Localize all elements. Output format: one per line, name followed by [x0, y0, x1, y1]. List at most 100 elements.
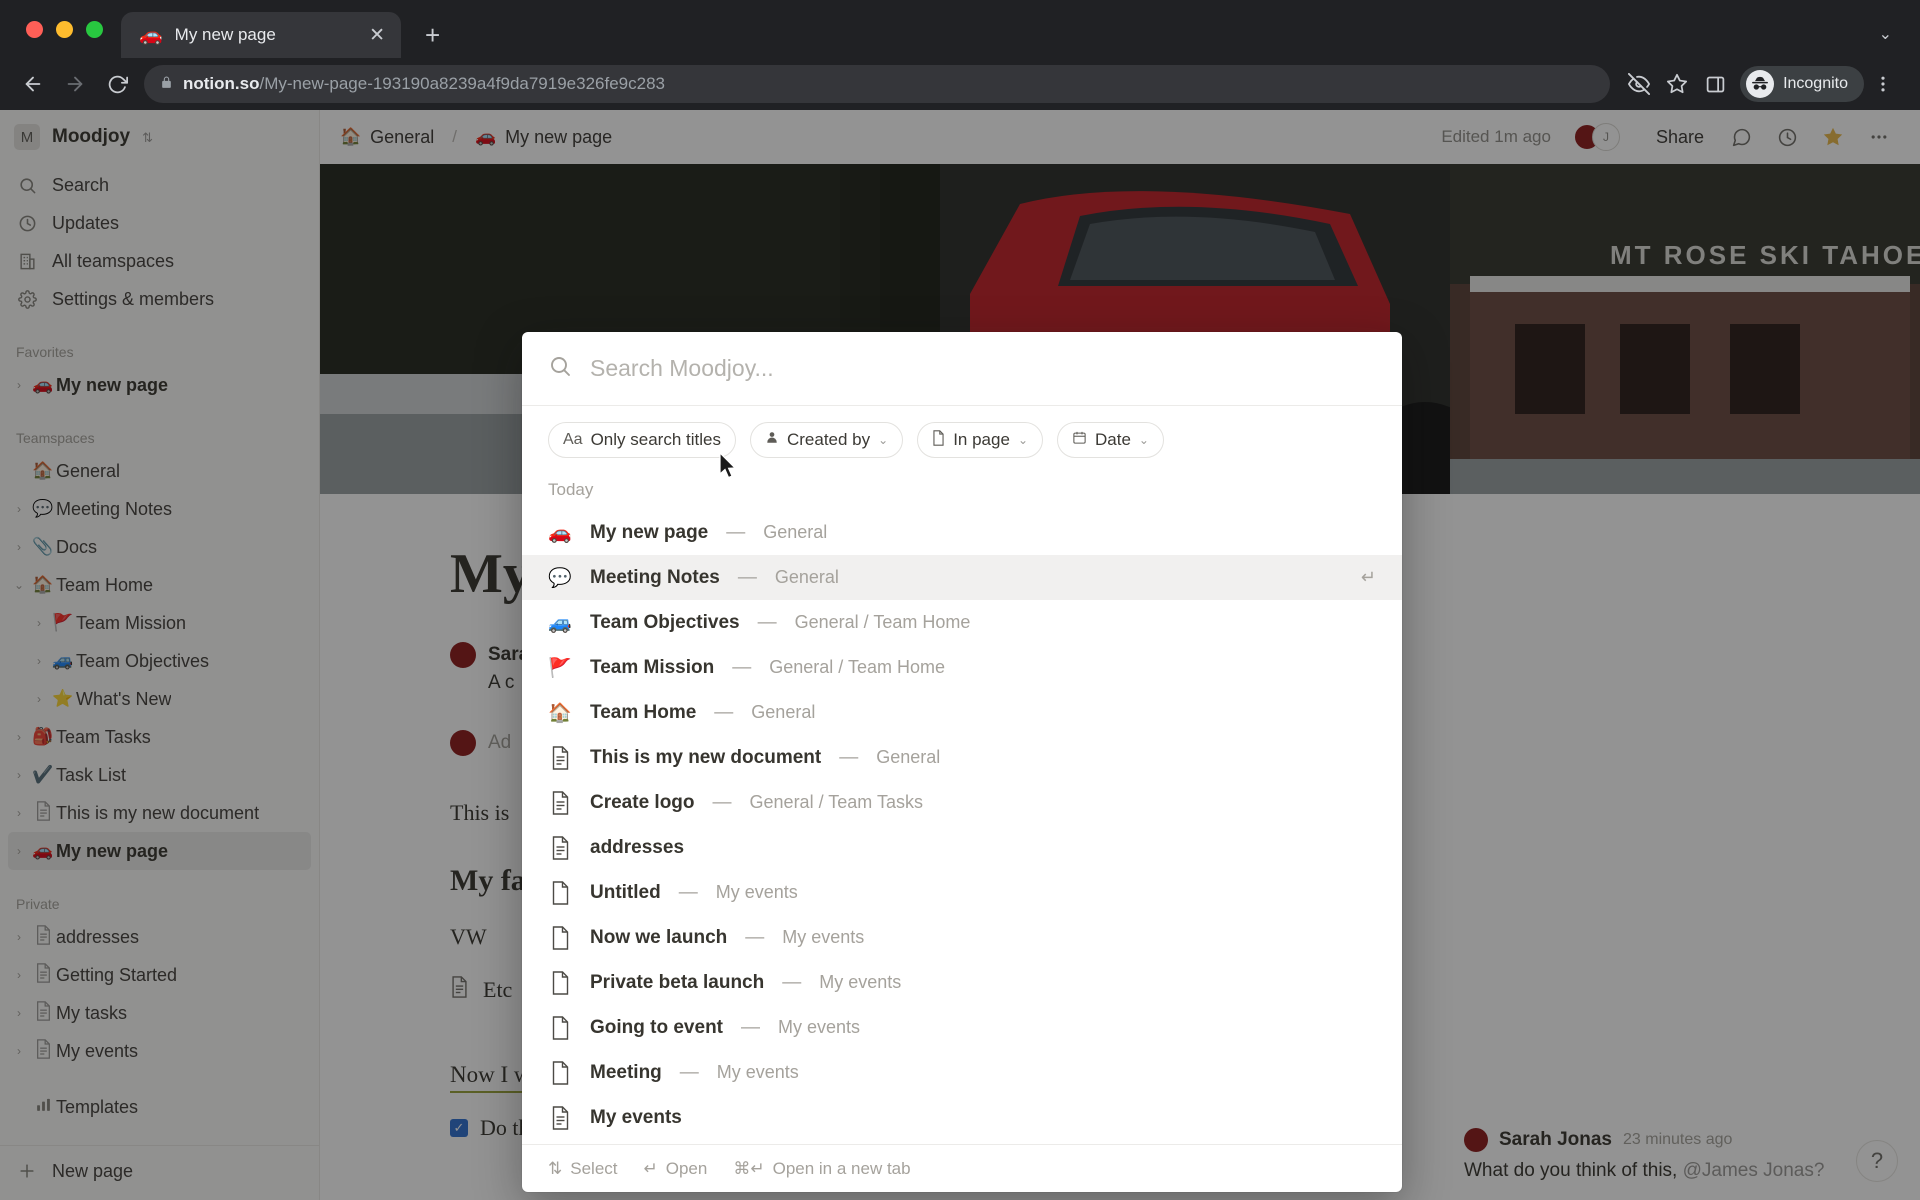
incognito-indicator[interactable]: Incognito	[1740, 66, 1864, 102]
search-result-path: General	[763, 522, 828, 542]
search-result-separator: —	[782, 971, 802, 993]
search-result-row[interactable]: Untitled — My events	[522, 870, 1402, 915]
search-result-path: General / Team Tasks	[749, 792, 923, 812]
doc-blank-icon	[548, 925, 572, 950]
lock-icon	[160, 75, 173, 93]
side-panel-icon[interactable]	[1696, 65, 1734, 103]
star-outline-icon[interactable]	[1658, 65, 1696, 103]
search-result-row[interactable]: My events	[522, 1095, 1402, 1140]
filter-only-search-titles[interactable]: Aa Only search titles	[548, 422, 736, 458]
browser-toolbar: notion.so/My-new-page-193190a8239a4f9da7…	[0, 58, 1920, 110]
browser-chrome: 🚗 My new page ✕ + ⌄ notion.so/My-new-pag…	[0, 0, 1920, 110]
notion-app: M Moodjoy ⇅ Search Updates All teamspace…	[0, 110, 1920, 1200]
filter-label: Date	[1095, 430, 1131, 449]
search-result-path: My events	[819, 972, 902, 992]
chevron-down-icon: ⌄	[1017, 433, 1028, 447]
person-icon	[765, 430, 779, 450]
shortcut-key: ↵	[643, 1158, 658, 1178]
back-arrow-icon[interactable]	[12, 63, 54, 105]
search-result-separator: —	[726, 521, 746, 543]
filter-date[interactable]: Date ⌄	[1057, 422, 1164, 458]
eye-off-icon[interactable]	[1620, 65, 1658, 103]
shortcut-key: ⌘↵	[733, 1158, 765, 1178]
search-result-row[interactable]: 🚩 Team Mission — General / Team Home	[522, 645, 1402, 690]
close-window-button[interactable]	[26, 20, 43, 38]
search-result-row[interactable]: Now we launch — My events	[522, 915, 1402, 960]
footer-shortcut[interactable]: ⇅ Select	[548, 1159, 618, 1179]
search-result-separator: —	[741, 1016, 760, 1038]
search-result-title: Untitled	[590, 881, 661, 903]
search-result-row[interactable]: Meeting — My events	[522, 1050, 1402, 1095]
search-result-path: My events	[716, 1062, 799, 1082]
calendar-icon	[1072, 430, 1087, 450]
search-result-separator: —	[732, 656, 752, 678]
search-result-separator: —	[737, 566, 757, 588]
search-result-title: Going to event	[590, 1016, 723, 1038]
search-result-path: My events	[715, 882, 798, 902]
search-results-list: 🚗 My new page — General 💬 Meeting Notes — Gener…	[522, 510, 1402, 1144]
search-result-path: My events	[782, 927, 865, 947]
filter-label: Only search titles	[590, 430, 721, 449]
search-result-title: Meeting	[590, 1061, 662, 1083]
incognito-icon	[1746, 70, 1775, 98]
shortcut-label: Select	[570, 1158, 618, 1178]
search-result-title: Meeting Notes	[590, 566, 720, 588]
search-result-path: General / Team Home	[769, 657, 945, 677]
new-tab-icon[interactable]: +	[425, 22, 440, 48]
search-result-separator: —	[757, 611, 777, 633]
result-emoji-icon: 🚙	[548, 612, 572, 634]
doc-lines-icon	[548, 835, 572, 860]
search-result-row[interactable]: 🚗 My new page — General	[522, 510, 1402, 555]
enter-key-icon: ↵	[1360, 567, 1376, 587]
search-result-row[interactable]: Create logo — General / Team Tasks	[522, 780, 1402, 825]
result-emoji-icon: 💬	[548, 567, 572, 589]
footer-shortcut[interactable]: ⌘↵ Open in a new tab	[733, 1159, 910, 1179]
browser-tab[interactable]: 🚗 My new page ✕	[121, 12, 401, 58]
search-result-title: My events	[590, 1106, 682, 1128]
footer-shortcut[interactable]: ↵ Open	[644, 1159, 708, 1179]
search-filters: Aa Only search titles Created by ⌄ In pa…	[522, 406, 1402, 472]
aa-icon: Aa	[563, 431, 583, 448]
shortcut-key: ⇅	[548, 1158, 563, 1178]
search-result-row[interactable]: Going to event — My events	[522, 1005, 1402, 1050]
search-result-row[interactable]: addresses	[522, 825, 1402, 870]
search-result-title: My new page	[590, 521, 709, 543]
filter-label: Created by	[786, 430, 871, 449]
search-result-separator: —	[714, 701, 734, 723]
close-tab-icon[interactable]: ✕	[367, 26, 387, 45]
chevron-down-icon[interactable]: ⌄	[1879, 24, 1892, 44]
search-result-path: General	[876, 747, 941, 767]
filter-created-by[interactable]: Created by ⌄	[749, 422, 904, 458]
search-result-separator: —	[679, 1061, 699, 1083]
address-bar[interactable]: notion.so/My-new-page-193190a8239a4f9da7…	[144, 65, 1611, 103]
search-bar[interactable]: Search Moodjoy...	[522, 332, 1402, 406]
search-result-path: General / Team Home	[794, 612, 971, 632]
search-result-row[interactable]: This is my new document — General	[522, 735, 1402, 780]
app-root: 🚗 My new page ✕ + ⌄ notion.so/My-new-pag…	[0, 0, 1920, 1200]
reload-icon[interactable]	[96, 63, 138, 105]
result-emoji-icon: 🚩	[548, 657, 572, 679]
search-result-separator: —	[745, 926, 765, 948]
search-result-row[interactable]: Private beta launch — My events	[522, 960, 1402, 1005]
doc-lines-icon	[548, 790, 572, 815]
search-input[interactable]: Search Moodjoy...	[590, 355, 1376, 382]
search-result-row[interactable]: 🚙 Team Objectives — General / Team Home	[522, 600, 1402, 645]
forward-arrow-icon[interactable]	[54, 63, 96, 105]
search-result-separator: —	[839, 746, 859, 768]
result-emoji-icon: 🏠	[548, 702, 572, 724]
search-result-path: General	[774, 567, 839, 587]
kebab-menu-icon[interactable]	[1864, 65, 1902, 103]
filter-in-page[interactable]: In page ⌄	[917, 422, 1043, 458]
chevron-down-icon: ⌄	[878, 433, 889, 447]
search-result-row[interactable]: 🏠 Team Home — General	[522, 690, 1402, 735]
url-domain: notion.so	[183, 74, 260, 93]
doc-lines-icon	[548, 1105, 572, 1130]
search-result-row[interactable]: 💬 Meeting Notes — General ↵	[522, 555, 1402, 600]
window-controls[interactable]	[18, 0, 121, 58]
result-emoji-icon: 🚗	[548, 522, 572, 544]
maximize-window-button[interactable]	[86, 20, 103, 38]
mouse-cursor	[718, 451, 738, 485]
incognito-label: Incognito	[1783, 75, 1848, 92]
minimize-window-button[interactable]	[56, 20, 73, 38]
search-result-title: Now we launch	[590, 926, 728, 948]
